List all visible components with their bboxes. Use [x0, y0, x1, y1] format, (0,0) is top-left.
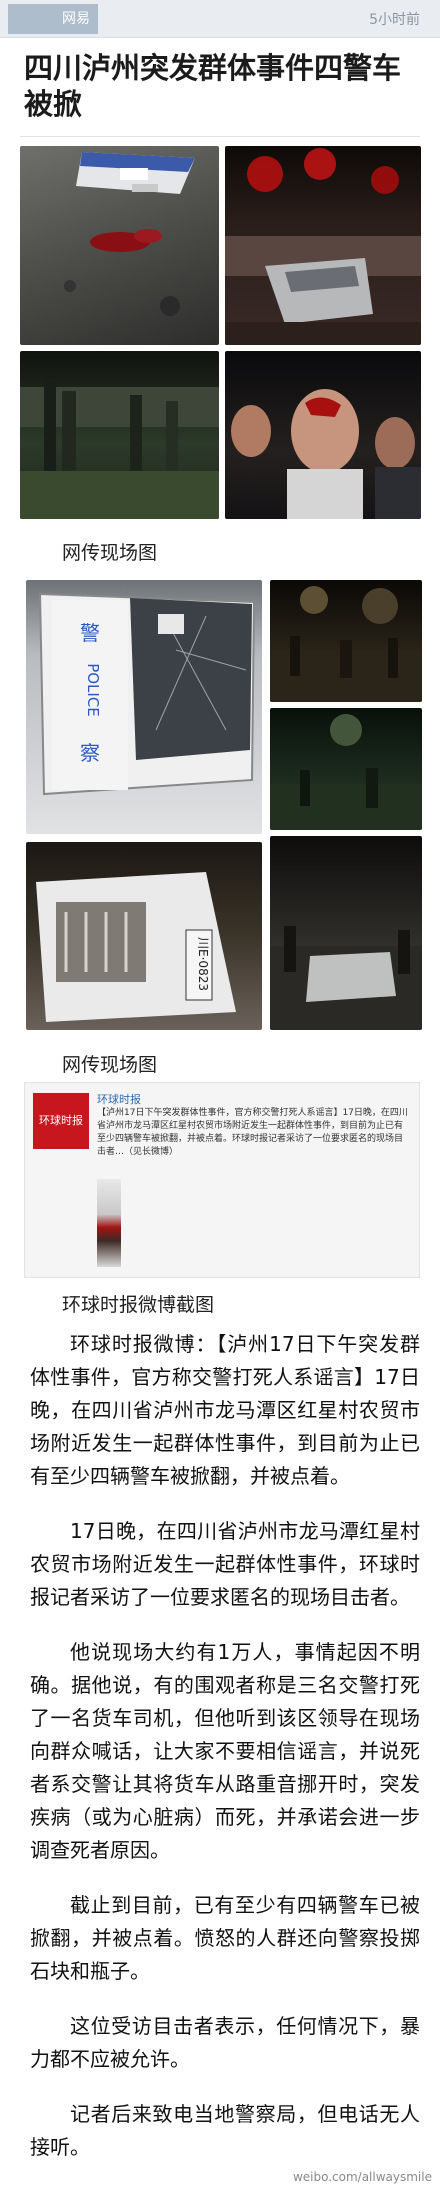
- caption-2: 网传现场图: [62, 1054, 158, 1076]
- photo-police-line[interactable]: [20, 351, 219, 519]
- svg-text:警: 警: [80, 621, 100, 645]
- svg-text:察: 察: [80, 741, 100, 765]
- photo-night-street-crowd-2[interactable]: [270, 708, 422, 830]
- photo-police-car-windshield[interactable]: 警 POLICE 察: [26, 580, 262, 834]
- photo-police-car-plate[interactable]: 川E·0823: [26, 842, 262, 1030]
- photo-art: [231, 389, 421, 519]
- title-divider: [20, 136, 420, 137]
- svg-text:POLICE: POLICE: [84, 663, 102, 717]
- paragraph: 环球时报微博：【泸州17日下午突发群体性事件，官方称交警打死人系谣言】17日晚，…: [30, 1332, 420, 1488]
- photo-art: 警 POLICE 察: [38, 592, 256, 796]
- paragraph: 记者后来致电当地警察局，但电话无人接听。: [30, 2102, 420, 2159]
- paragraph: 17日晚，在四川省泸州市龙马潭红星村农贸市场附近发生一起群体性事件，环球时报记者…: [30, 1519, 420, 1609]
- photo-art: [20, 381, 219, 519]
- weibo-thumbnail: [97, 1179, 121, 1267]
- svg-text:川E·0823: 川E·0823: [196, 937, 210, 991]
- photo-injured-man[interactable]: [225, 351, 421, 519]
- photo-art: [270, 714, 422, 830]
- photo-overturned-police-car[interactable]: [20, 146, 219, 345]
- caption-1: 网传现场图: [62, 542, 158, 564]
- weibo-screenshot[interactable]: 环球时报 环球时报 【泸州17日下午突发群体性事件，官方称交警打死人系谣言】17…: [24, 1082, 420, 1278]
- paragraph: 截止到目前，已有至少有四辆警车已被掀翻，并被点着。愤怒的人群还向警察投掷石块和瓶…: [30, 1893, 420, 1983]
- watermark: weibo.com/allwaysmile: [292, 2170, 432, 2184]
- photo-night-street-crowd-1[interactable]: [270, 580, 422, 702]
- photo-art: [64, 152, 195, 316]
- photo-art: [225, 148, 421, 345]
- weibo-logo-text: 环球时报: [39, 1114, 83, 1127]
- source-tab[interactable]: 网易: [8, 4, 98, 34]
- photo-night-street-crowd-3[interactable]: [270, 836, 422, 1030]
- caption-3: 环球时报微博截图: [62, 1294, 215, 1316]
- weibo-text: 【泸州17日下午突发群体性事件，官方称交警打死人系谣言】17日晚，在四川省泸州市…: [97, 1108, 408, 1157]
- weibo-account: 环球时报: [97, 1093, 141, 1106]
- paragraph: 他说现场大约有1万人，事情起因不明确。据他说，有的围观者称是三名交警打死了一名货…: [30, 1640, 420, 1862]
- photo-art: 川E·0823: [36, 872, 236, 1022]
- photo-night-crowd-car[interactable]: [225, 146, 421, 345]
- paragraph: 这位受访目击者表示，任何情况下，暴力都不应被允许。: [30, 2014, 420, 2071]
- weibo-logo: 环球时报: [33, 1093, 89, 1149]
- photo-art: [270, 586, 422, 702]
- top-bar: 网易 5小时前: [0, 0, 440, 38]
- publish-time: 5小时前: [369, 12, 420, 28]
- article-body: 环球时报微博：【泸州17日下午突发群体性事件，官方称交警打死人系谣言】17日晚，…: [30, 1328, 420, 2186]
- photo-art: [270, 926, 422, 1030]
- source-label: 网易: [62, 11, 90, 27]
- article-title: 四川泸州突发群体事件四警车被掀: [24, 51, 402, 121]
